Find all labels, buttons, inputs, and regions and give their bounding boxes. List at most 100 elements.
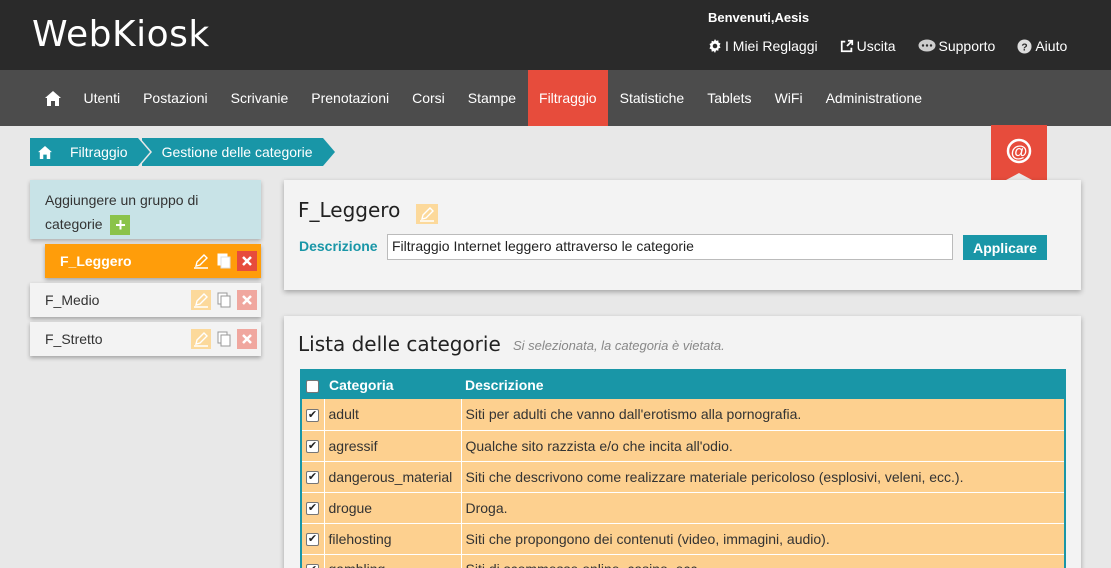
nav-item-postazioni[interactable]: Postazioni: [132, 70, 220, 126]
table-row: ✔ dangerous_material Siti che descrivono…: [301, 461, 1066, 493]
nav-item-statistiche[interactable]: Statistiche: [608, 70, 696, 126]
home-icon: [38, 145, 52, 159]
categories-panel: Lista delle categorie Si selezionata, la…: [284, 316, 1081, 568]
nav-item-scrivanie[interactable]: Scrivanie: [219, 70, 300, 126]
breadcrumb: Filtraggio Gestione delle categorie: [30, 138, 335, 166]
main-nav: Utenti Postazioni Scrivanie Prenotazioni…: [0, 70, 1111, 126]
home-icon: [45, 90, 61, 106]
category-checkbox[interactable]: ✔: [306, 502, 319, 516]
copy-icon: [217, 292, 231, 308]
chat-icon: [918, 39, 936, 52]
select-all-cell: [301, 370, 324, 399]
delete-group-button[interactable]: [237, 290, 257, 310]
nav-item-corsi[interactable]: Corsi: [401, 70, 457, 126]
help-link[interactable]: ? Aiuto: [1017, 38, 1067, 54]
svg-text:?: ?: [1022, 42, 1028, 53]
pencil-icon: [194, 293, 208, 308]
categories-table: Categoria Descrizione ✔ adult Siti per a…: [300, 369, 1066, 568]
edit-group-button[interactable]: [191, 251, 211, 271]
breadcrumb-current-label: Gestione delle categorie: [161, 144, 313, 160]
help-link-label: Aiuto: [1035, 38, 1068, 54]
group-editor-panel: F_Leggero Descrizione Filtraggio Interne…: [284, 180, 1081, 290]
category-description: Siti per adulti che vanno dall'erotismo …: [461, 399, 1066, 431]
group-item-f-medio[interactable]: F_Medio: [30, 283, 261, 317]
group-title: F_Leggero: [298, 198, 401, 222]
apply-button[interactable]: Applicare: [963, 235, 1047, 260]
category-checkbox[interactable]: ✔: [306, 409, 319, 423]
nav-item-prenotazioni[interactable]: Prenotazioni: [300, 70, 401, 126]
add-group-button[interactable]: +: [110, 215, 131, 236]
copy-group-button[interactable]: [214, 251, 234, 271]
categories-hint: Si selezionata, la categoria è vietata.: [513, 338, 725, 353]
settings-link[interactable]: I Miei Reglaggi: [708, 38, 818, 54]
group-item-label: F_Leggero: [60, 253, 132, 269]
column-header-categoria: Categoria: [324, 370, 461, 399]
top-header: WebKiosk Benvenuti,Aesis I Miei Reglaggi…: [0, 0, 1111, 70]
table-row: ✔ drogue Droga.: [301, 492, 1066, 524]
description-field[interactable]: Filtraggio Internet leggero attraverso l…: [387, 234, 953, 260]
category-description: Siti che descrivono come realizzare mate…: [461, 461, 1066, 493]
category-name: dangerous_material: [324, 461, 462, 493]
app-logo[interactable]: WebKiosk: [32, 14, 210, 55]
copy-icon: [217, 331, 231, 347]
nav-item-wifi[interactable]: WiFi: [763, 70, 814, 126]
support-link[interactable]: Supporto: [918, 38, 996, 54]
add-group-box: Aggiungere un gruppo di categorie +: [30, 180, 261, 239]
group-item-label: F_Medio: [45, 292, 100, 308]
category-name: adult: [324, 399, 462, 431]
table-row: ✔ agressif Qualche sito razzista e/o che…: [301, 430, 1066, 462]
gear-icon: [709, 39, 721, 53]
category-description: Siti di scommesse online, casino, ecc.: [461, 554, 1066, 568]
nav-item-administratione[interactable]: Administratione: [814, 70, 934, 126]
table-header-row: Categoria Descrizione: [301, 370, 1065, 399]
logout-link-label: Uscita: [856, 38, 896, 54]
copy-icon: [217, 253, 231, 269]
user-links: I Miei Reglaggi Uscita Supporto ? Aiuto: [708, 38, 1089, 54]
pencil-icon: [194, 332, 208, 347]
copy-group-button[interactable]: [214, 290, 234, 310]
group-item-f-stretto[interactable]: F_Stretto: [30, 322, 261, 356]
edit-group-button[interactable]: [191, 329, 211, 349]
group-sidebar: Aggiungere un gruppo di categorie + F_Le…: [30, 180, 261, 356]
delete-group-button[interactable]: [237, 251, 257, 271]
welcome-text: Benvenuti,Aesis: [708, 10, 810, 25]
breadcrumb-filtraggio-label: Filtraggio: [70, 144, 128, 160]
support-link-label: Supporto: [938, 38, 996, 54]
group-item-label: F_Stretto: [45, 331, 103, 347]
copy-group-button[interactable]: [214, 329, 234, 349]
delete-group-button[interactable]: [237, 329, 257, 349]
logout-link[interactable]: Uscita: [840, 38, 896, 54]
nav-item-tablets[interactable]: Tablets: [696, 70, 763, 126]
description-label: Descrizione: [299, 238, 378, 254]
filter-ribbon-icon: @: [991, 125, 1047, 188]
table-row: ✔ gambling Siti di scommesse online, cas…: [301, 554, 1066, 568]
close-icon: [242, 256, 252, 266]
close-icon: [242, 334, 252, 344]
edit-group-button[interactable]: [191, 290, 211, 310]
category-name: agressif: [324, 430, 462, 462]
pencil-icon: [194, 254, 208, 269]
nav-home[interactable]: [34, 70, 72, 126]
select-all-checkbox[interactable]: [306, 379, 319, 393]
category-description: Qualche sito razzista e/o che incita all…: [461, 430, 1066, 462]
external-link-icon: [840, 39, 853, 53]
nav-item-stampe[interactable]: Stampe: [456, 70, 527, 126]
category-description: Droga.: [461, 492, 1066, 524]
category-checkbox[interactable]: ✔: [306, 440, 319, 454]
categories-title: Lista delle categorie: [298, 332, 501, 356]
edit-title-button[interactable]: [416, 204, 438, 224]
nav-item-filtraggio[interactable]: Filtraggio: [527, 70, 609, 126]
category-name: drogue: [324, 492, 462, 524]
nav-item-utenti[interactable]: Utenti: [72, 70, 132, 126]
category-checkbox[interactable]: ✔: [306, 564, 319, 568]
breadcrumb-filtraggio[interactable]: Filtraggio: [30, 138, 152, 166]
category-checkbox[interactable]: ✔: [306, 471, 319, 485]
group-item-f-leggero[interactable]: F_Leggero: [45, 244, 261, 278]
category-checkbox[interactable]: ✔: [306, 533, 319, 547]
breadcrumb-current: Gestione delle categorie: [141, 138, 335, 166]
category-name: gambling: [324, 554, 462, 568]
column-header-descrizione: Descrizione: [461, 370, 1065, 399]
category-name: filehosting: [324, 523, 462, 555]
help-icon: ?: [1017, 38, 1032, 54]
pencil-icon: [420, 207, 434, 222]
